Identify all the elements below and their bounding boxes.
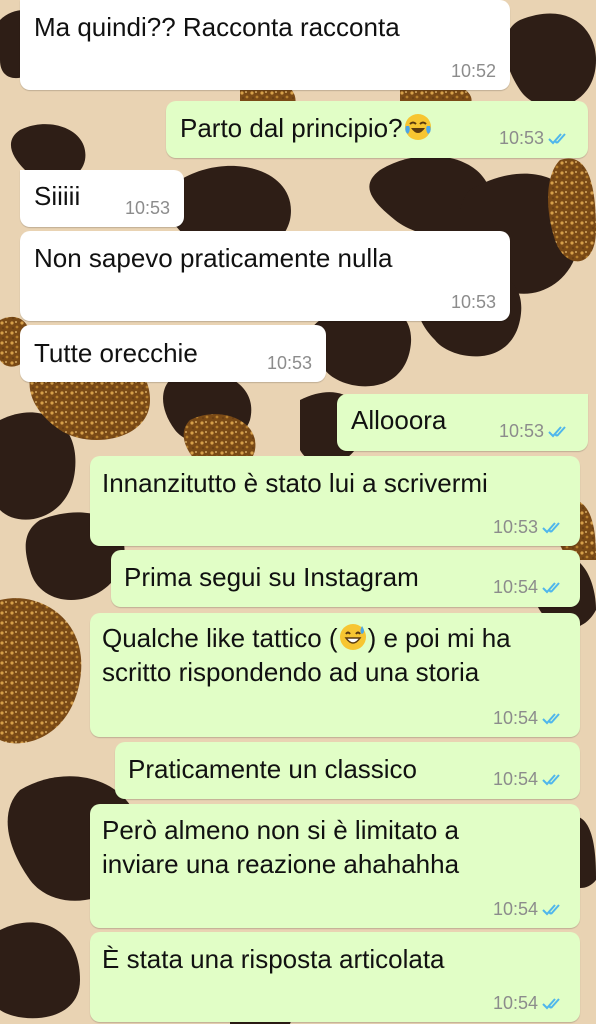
- message-status: 10:54: [493, 993, 566, 1014]
- message-bubble-incoming[interactable]: Non sapevo praticamente nulla 10:53: [20, 231, 510, 321]
- message-bubble-outgoing[interactable]: È stata una risposta articolata 10:54: [90, 932, 580, 1022]
- message-status: 10:54: [493, 769, 566, 790]
- message-status: 10:53: [499, 128, 572, 149]
- double-check-icon: [548, 132, 566, 144]
- message-status: 10:54: [493, 577, 566, 598]
- tears-of-joy-emoji-icon: [404, 114, 431, 140]
- message-bubble-outgoing[interactable]: Però almeno non si è limitato a inviare …: [90, 804, 580, 928]
- message-time: 10:53: [124, 198, 170, 218]
- message-bubble-outgoing[interactable]: Praticamente un classico 10:54: [115, 742, 580, 799]
- double-check-icon: [542, 712, 560, 724]
- message-bubble-outgoing[interactable]: Prima segui su Instagram 10:54: [111, 550, 580, 607]
- message-bubble-outgoing[interactable]: Allooora 10:53: [337, 394, 588, 451]
- message-bubble-outgoing[interactable]: Parto dal principio? 10:53: [166, 101, 588, 158]
- message-text: Tutte orecchie: [34, 338, 198, 368]
- message-text-line-1: Qualche like tattico ( ) e poi mi ha: [102, 623, 511, 653]
- message-status: 10:54: [493, 899, 566, 920]
- message-bubble-incoming[interactable]: Ma quindi?? Racconta racconta 10:52: [20, 0, 510, 90]
- message-text: Prima segui su Instagram: [124, 562, 419, 592]
- message-text-line-2: scritto rispondendo ad una storia: [102, 657, 480, 687]
- message-text: Ma quindi?? Racconta racconta: [34, 12, 400, 42]
- message-status: 10:53: [499, 421, 572, 442]
- message-text: Siiiii: [34, 181, 81, 211]
- message-text: Innanzitutto è stato lui a scrivermi: [102, 468, 488, 498]
- double-check-icon: [542, 581, 560, 593]
- message-time: 10:52: [450, 61, 496, 81]
- grinning-sweat-emoji-icon: [339, 624, 366, 650]
- message-text: È stata una risposta articolata: [102, 944, 445, 974]
- message-bubble-outgoing[interactable]: Innanzitutto è stato lui a scrivermi 10:…: [90, 456, 580, 546]
- double-check-icon: [542, 997, 560, 1009]
- message-bubble-incoming[interactable]: Tutte orecchie 10:53: [20, 325, 326, 382]
- message-bubble-outgoing[interactable]: Qualche like tattico ( ) e poi mi ha scr…: [90, 613, 580, 737]
- message-text: Non sapevo praticamente nulla: [34, 243, 393, 273]
- double-check-icon: [548, 425, 566, 437]
- message-text-line-1: Però almeno non si è limitato a: [102, 815, 459, 845]
- message-time: 10:53: [266, 353, 312, 373]
- message-status: 10:53: [493, 517, 566, 538]
- message-status: 10:54: [493, 708, 566, 729]
- message-text: Allooora: [351, 405, 447, 435]
- message-text: Parto dal principio?: [180, 111, 433, 145]
- message-text: Praticamente un classico: [128, 754, 418, 784]
- double-check-icon: [542, 521, 560, 533]
- message-bubble-incoming[interactable]: Siiiii 10:53: [20, 170, 184, 227]
- message-time: 10:53: [450, 292, 496, 312]
- double-check-icon: [542, 773, 560, 785]
- chat-message-list[interactable]: Ma quindi?? Racconta racconta 10:52 Part…: [0, 0, 596, 1024]
- message-text-line-2: inviare una reazione ahahahha: [102, 849, 460, 879]
- double-check-icon: [542, 903, 560, 915]
